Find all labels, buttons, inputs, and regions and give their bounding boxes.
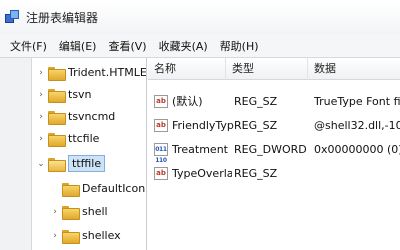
tree-item-label: tsvncmd	[68, 110, 116, 123]
value-row[interactable]: ab FriendlyTypeN... REG_SZ @shell32.dll,…	[148, 114, 400, 136]
tree-item-trident-htmleditor[interactable]: › Trident.HTMLEditor	[36, 62, 147, 83]
tree-item-label: DefaultIcon	[82, 182, 146, 195]
folder-icon	[62, 205, 80, 220]
value-row[interactable]: ab TypeOverlay REG_SZ	[148, 162, 400, 184]
tree-item-ttcfile[interactable]: › ttcfile	[36, 128, 99, 149]
tree-item-label: ttffile	[68, 155, 106, 172]
expand-arrow-icon[interactable]: ›	[36, 134, 46, 144]
value-type: REG_SZ	[234, 166, 278, 180]
tree-item-ttffile[interactable]: ⌄ ttffile	[36, 153, 106, 174]
tree-item-tsvn[interactable]: › tsvn	[36, 84, 92, 105]
string-value-icon: ab	[154, 166, 168, 180]
menu-view[interactable]: 查看(V)	[102, 38, 152, 54]
key-tree-pane[interactable]: › Trident.HTMLEditor › tsvn › tsvncmd › …	[0, 58, 147, 250]
title-bar: 注册表编辑器	[0, 0, 400, 34]
value-name: (默认)	[172, 95, 203, 108]
folder-icon	[62, 182, 80, 197]
registry-editor-icon	[5, 9, 20, 25]
value-data: 0x00000000 (0)	[314, 142, 400, 156]
values-list-pane[interactable]: 名称 类型 数据 ab (默认) REG_SZ TrueType Font fi…	[148, 58, 400, 250]
binary-value-icon: 011 110	[154, 142, 168, 164]
value-name: TypeOverlay	[172, 166, 232, 180]
tree-item-label: shellex	[82, 229, 121, 242]
list-header: 名称 类型 数据	[148, 58, 400, 80]
tree-item-defaulticon[interactable]: DefaultIcon	[50, 178, 145, 199]
tree-item-shellex[interactable]: › shellex	[50, 225, 121, 246]
tree-item-label: Trident.HTMLEditor	[68, 66, 147, 79]
column-header-type[interactable]: 类型	[226, 58, 308, 80]
tree-item-label: tsvn	[68, 88, 92, 101]
value-data: TrueType Font file	[314, 94, 400, 108]
value-name: Treatment	[172, 142, 228, 156]
folder-icon	[48, 66, 66, 81]
window-title: 注册表编辑器	[26, 10, 99, 25]
expand-arrow-icon[interactable]: ›	[36, 112, 46, 122]
expand-arrow-icon[interactable]: ›	[50, 231, 60, 241]
column-header-data[interactable]: 数据	[308, 58, 400, 80]
value-type: REG_SZ	[234, 94, 278, 108]
expand-arrow-icon[interactable]: ›	[36, 68, 46, 78]
value-row[interactable]: 011 110 Treatment REG_DWORD 0x00000000 (…	[148, 138, 400, 164]
tree-item-tsvncmd[interactable]: › tsvncmd	[36, 106, 115, 127]
value-data: @shell32.dll,-10158	[314, 118, 400, 132]
tree-item-shell[interactable]: › shell	[50, 201, 108, 222]
menu-help[interactable]: 帮助(H)	[214, 38, 265, 54]
menu-edit[interactable]: 编辑(E)	[53, 38, 103, 54]
collapse-arrow-icon[interactable]: ⌄	[36, 159, 46, 169]
tree-item-label: ttcfile	[68, 132, 100, 145]
value-type: REG_DWORD	[234, 142, 307, 156]
folder-icon	[48, 132, 66, 147]
folder-icon	[48, 110, 66, 125]
menu-bar: 文件(F) 编辑(E) 查看(V) 收藏夹(A) 帮助(H)	[0, 34, 400, 58]
column-header-name[interactable]: 名称	[148, 58, 226, 80]
folder-icon	[48, 88, 66, 103]
open-folder-icon	[48, 157, 66, 172]
string-value-icon: ab	[154, 94, 168, 108]
expand-arrow-icon[interactable]: ›	[50, 207, 60, 217]
folder-icon	[62, 229, 80, 244]
menu-file[interactable]: 文件(F)	[4, 38, 53, 54]
menu-favorites[interactable]: 收藏夹(A)	[153, 38, 214, 54]
tree-item-label: shell	[82, 205, 108, 218]
value-row[interactable]: ab (默认) REG_SZ TrueType Font file	[148, 90, 400, 112]
value-name: FriendlyTypeN...	[172, 118, 234, 132]
value-type: REG_SZ	[234, 118, 278, 132]
string-value-icon: ab	[154, 118, 168, 132]
expand-arrow-icon[interactable]: ›	[36, 90, 46, 100]
